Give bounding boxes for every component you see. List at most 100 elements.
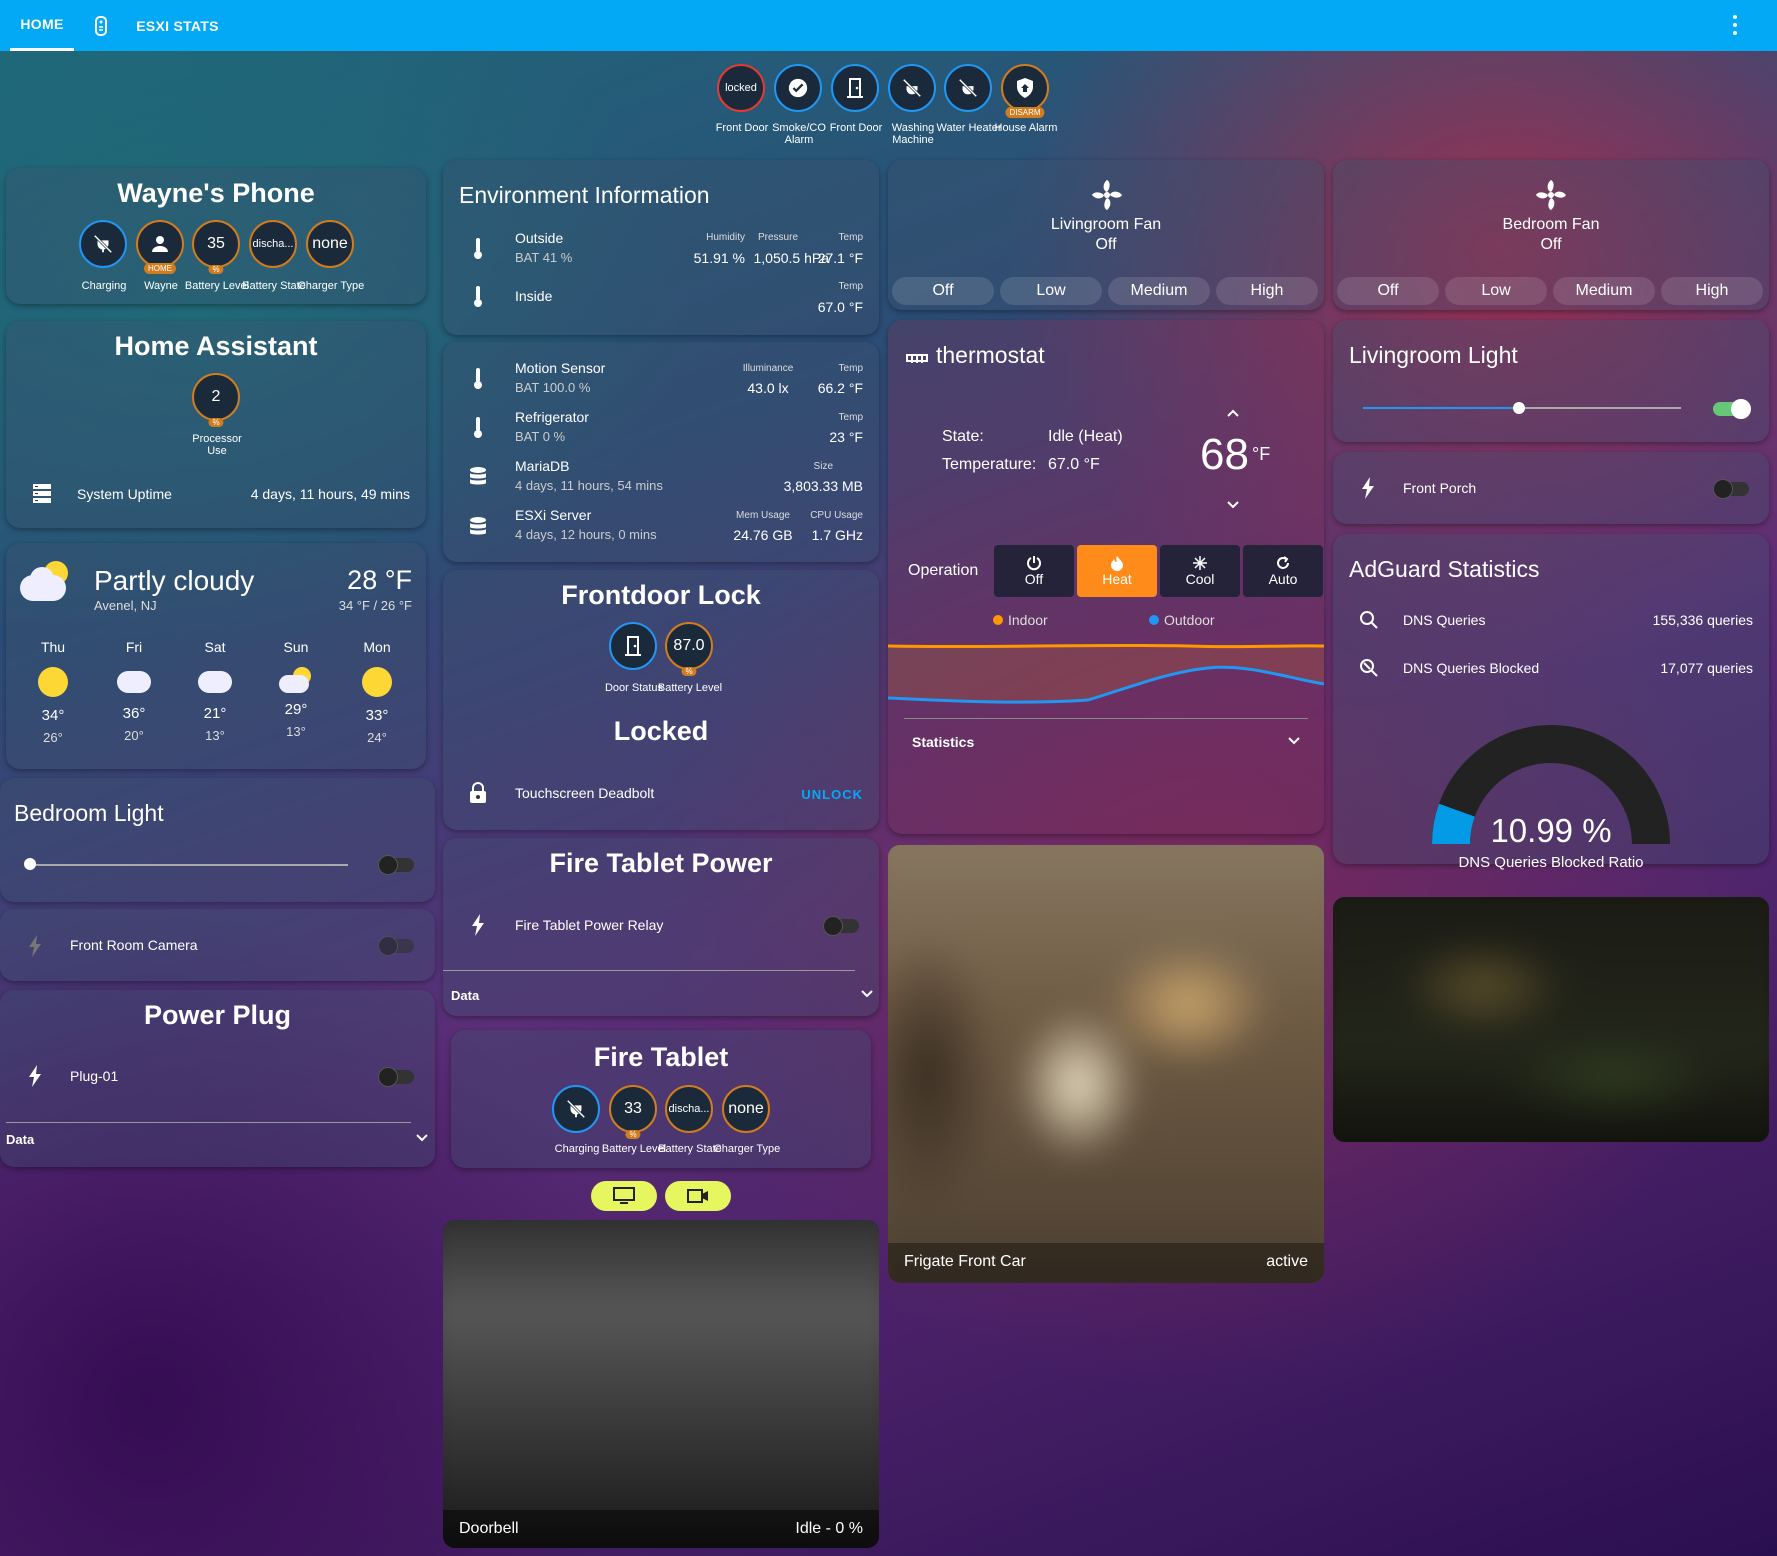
data-expander[interactable]: Data	[6, 1132, 34, 1147]
chevron-down-icon[interactable]	[1226, 500, 1240, 510]
relay-toggle[interactable]	[823, 916, 859, 936]
weather-hilo: 34 °F / 26 °F	[338, 598, 412, 613]
front-room-camera-card: Front Room Camera	[0, 909, 435, 981]
sensor-name: Refrigerator	[515, 409, 589, 425]
phone-battery-badge[interactable]: 35%	[192, 220, 240, 274]
camera-name: Doorbell	[459, 1520, 519, 1537]
dns-blocked-label: DNS Queries Blocked	[1403, 660, 1540, 676]
legend-indoor[interactable]: Indoor	[1008, 612, 1048, 628]
sensors-card: Motion Sensor BAT 100.0 % Illuminance 43…	[443, 342, 879, 562]
remote-icon	[95, 15, 107, 36]
chevron-down-icon[interactable]	[1288, 737, 1300, 745]
chevron-up-icon[interactable]	[1226, 408, 1240, 418]
check-icon	[788, 78, 808, 98]
fan-speed-off-button[interactable]: Off	[892, 277, 994, 305]
phone-charger-type-badge[interactable]: none	[306, 220, 354, 268]
water-heater-badge[interactable]	[944, 64, 992, 112]
brightness-slider[interactable]	[30, 864, 348, 866]
autorenew-icon	[1277, 556, 1289, 569]
outdoor-camera[interactable]	[1333, 897, 1769, 1142]
legend-indoor-dot	[993, 615, 1003, 625]
fan-speed-high-button[interactable]: High	[1216, 277, 1318, 305]
forecast-day: Thu 34° 26°	[23, 639, 83, 745]
mode-off-button[interactable]: Off	[994, 545, 1074, 597]
sensor-name: ESXi Server	[515, 507, 592, 523]
fan-speed-high-button[interactable]: High	[1661, 277, 1763, 305]
processor-use-badge[interactable]: 2%	[192, 373, 240, 427]
tablet-charging-badge[interactable]	[552, 1085, 600, 1133]
temperature-history-chart: Indoor Outdoor	[888, 612, 1324, 704]
current-temp: 67.0 °F	[1048, 456, 1100, 473]
smoke-alarm-badge[interactable]	[774, 64, 822, 112]
fan-speed-medium-button[interactable]: Medium	[1553, 277, 1655, 305]
indoor-line	[888, 643, 1324, 649]
temp-value: 27.1 °F	[817, 250, 863, 266]
chevron-down-icon[interactable]	[861, 990, 873, 998]
tablet-charger-type-badge[interactable]: none	[722, 1085, 770, 1133]
sensor-name: Outside	[515, 230, 564, 246]
weather-card[interactable]: Partly cloudy Avenel, NJ 28 °F 34 °F / 2…	[6, 543, 426, 769]
screen-button[interactable]	[591, 1181, 657, 1211]
video-icon	[687, 1189, 708, 1203]
washing-machine-badge[interactable]	[888, 64, 936, 112]
overflow-menu-icon[interactable]	[1730, 13, 1740, 37]
forecast-day: Sat 21° 13°	[185, 639, 245, 743]
frigate-camera[interactable]: Frigate Front Car active	[888, 845, 1324, 1283]
top-app-bar: HOME ESXI STATS	[0, 0, 1777, 51]
house-alarm-badge[interactable]: DISARM	[1001, 64, 1049, 118]
fan-speed-low-button[interactable]: Low	[1000, 277, 1102, 305]
front-room-camera-toggle[interactable]	[378, 936, 414, 956]
dns-blocked-value: 17,077 queries	[1660, 660, 1753, 676]
tab-home[interactable]: HOME	[10, 0, 74, 51]
database-icon	[470, 517, 486, 535]
statistics-expander[interactable]: Statistics	[912, 734, 974, 750]
mode-heat-button[interactable]: Heat	[1077, 545, 1157, 597]
card-title: Home Assistant	[114, 331, 318, 361]
front-porch-toggle[interactable]	[1713, 479, 1749, 499]
flash-icon	[29, 1065, 41, 1087]
data-expander[interactable]: Data	[451, 988, 479, 1003]
tab-esxi-stats[interactable]: ESXI STATS	[130, 0, 225, 51]
tablet-power-card: Fire Tablet Power Fire Tablet Power Rela…	[443, 838, 879, 1016]
plug-toggle[interactable]	[378, 1067, 414, 1087]
badge-label: House Alarm	[994, 122, 1058, 134]
unlock-button[interactable]: UNLOCK	[801, 787, 863, 802]
partly-cloudy-icon	[279, 667, 313, 693]
camera-button[interactable]	[665, 1181, 731, 1211]
tab-remote-icon[interactable]	[86, 0, 116, 51]
battery-text: BAT 41 %	[515, 250, 573, 265]
slider-thumb[interactable]	[24, 858, 36, 870]
forecast-day: Mon 33° 24°	[362, 639, 392, 745]
phone-person-badge[interactable]: HOME	[136, 220, 184, 274]
phone-charging-badge[interactable]	[79, 220, 127, 268]
front-door-lock-badge[interactable]: locked	[717, 64, 765, 112]
lock-icon	[470, 782, 486, 803]
fan-speed-off-button[interactable]: Off	[1337, 277, 1439, 305]
setpoint-value: 68	[1200, 430, 1249, 479]
mode-cool-button[interactable]: Cool	[1160, 545, 1240, 597]
legend-outdoor[interactable]: Outdoor	[1164, 612, 1215, 628]
brightness-fill	[1363, 407, 1519, 409]
door-status-badge[interactable]	[609, 622, 657, 670]
bedroom-light-toggle[interactable]	[378, 855, 414, 875]
fan-speed-low-button[interactable]: Low	[1445, 277, 1547, 305]
mode-auto-button[interactable]: Auto	[1243, 545, 1323, 597]
card-title: Bedroom Light	[14, 800, 164, 826]
tablet-battery-badge[interactable]: 33%	[609, 1085, 657, 1139]
phone-battery-state-badge[interactable]: discha...	[249, 220, 297, 268]
lock-battery-badge[interactable]: 87.0%	[665, 622, 713, 676]
fan-icon	[1536, 180, 1566, 210]
slider-thumb[interactable]	[1512, 402, 1525, 414]
power-off-icon	[958, 78, 978, 98]
fan-speed-medium-button[interactable]: Medium	[1108, 277, 1210, 305]
dns-queries-value: 155,336 queries	[1652, 612, 1753, 628]
chevron-down-icon[interactable]	[416, 1134, 428, 1142]
monitor-icon	[613, 1187, 635, 1204]
doorbell-camera[interactable]: Doorbell Idle - 0 %	[443, 1220, 879, 1548]
tablet-battery-state-badge[interactable]: discha...	[665, 1085, 713, 1133]
radiator-icon	[906, 354, 928, 363]
livingroom-light-toggle[interactable]	[1713, 399, 1751, 419]
thermometer-icon	[474, 368, 482, 389]
adguard-card: AdGuard Statistics DNS Queries 155,336 q…	[1333, 534, 1769, 871]
front-door-badge[interactable]	[831, 64, 879, 112]
